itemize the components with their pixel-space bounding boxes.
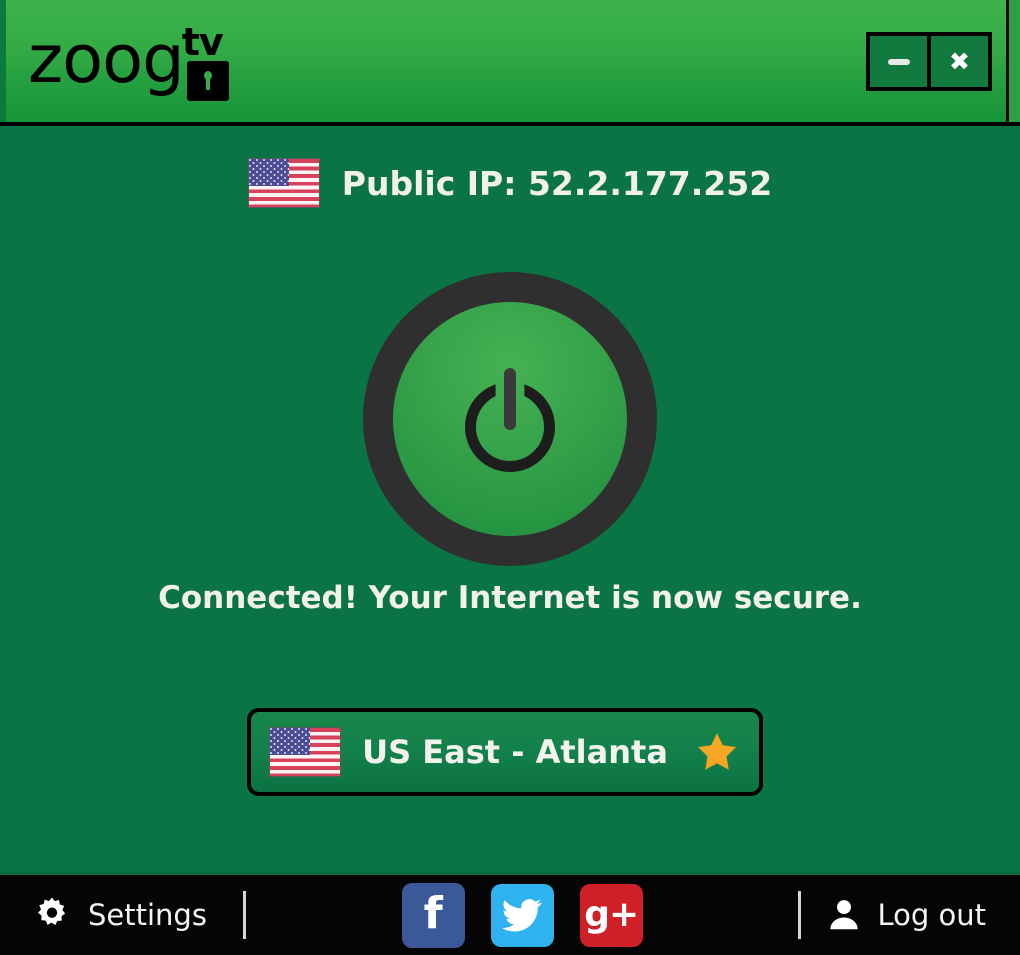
server-selector-button[interactable]: US East - Atlanta (247, 708, 763, 796)
close-icon: ✖ (949, 47, 970, 76)
public-ip-row: Public IP: 52.2.177.252 (0, 158, 1020, 208)
close-button[interactable]: ✖ (927, 36, 988, 87)
google-plus-icon[interactable]: g+ (579, 883, 643, 947)
server-name-label: US East - Atlanta (362, 733, 668, 771)
power-button-face (393, 302, 627, 536)
power-icon-stem (504, 368, 516, 430)
us-flag-icon (247, 158, 320, 208)
minimize-icon (887, 58, 910, 65)
settings-button[interactable]: Settings (0, 895, 207, 935)
star-icon[interactable] (693, 729, 741, 775)
user-icon (825, 896, 863, 934)
logout-label: Log out (877, 898, 986, 932)
logo-tv-lock-group: tv (180, 20, 236, 110)
gear-icon (32, 895, 72, 935)
title-bar: zoog tv ✖ (0, 0, 1020, 126)
zoogtv-vpn-window: zoog tv ✖ Public IP: 52.2.177.252 Connec… (0, 0, 1020, 955)
app-logo: zoog tv (28, 22, 236, 102)
logo-wordmark: zoog (28, 20, 185, 98)
footer-bar: Settings f g+ Log out (0, 872, 1020, 955)
footer-divider-right (798, 891, 802, 939)
public-ip-label: Public IP: 52.2.177.252 (341, 163, 773, 203)
social-links-group: f g+ (246, 882, 799, 948)
logout-button[interactable]: Log out (825, 896, 1020, 934)
connection-status-text: Connected! Your Internet is now secure. (158, 580, 862, 616)
power-icon (459, 368, 561, 472)
window-controls: ✖ (866, 32, 992, 91)
google-plus-glyph: g+ (584, 894, 639, 935)
logo-tv-text: tv (181, 20, 224, 64)
power-button-wrapper (363, 272, 657, 566)
facebook-icon[interactable]: f (401, 882, 465, 948)
settings-label: Settings (88, 898, 207, 932)
server-us-flag-icon (269, 727, 341, 777)
facebook-glyph: f (423, 888, 443, 939)
flag-canton (270, 728, 310, 755)
minimize-button[interactable] (870, 36, 927, 87)
power-toggle-button[interactable] (363, 272, 657, 566)
padlock-icon (186, 61, 229, 101)
twitter-icon[interactable] (490, 883, 554, 947)
padlock-keyhole-icon (203, 71, 212, 90)
flag-canton (248, 159, 289, 186)
